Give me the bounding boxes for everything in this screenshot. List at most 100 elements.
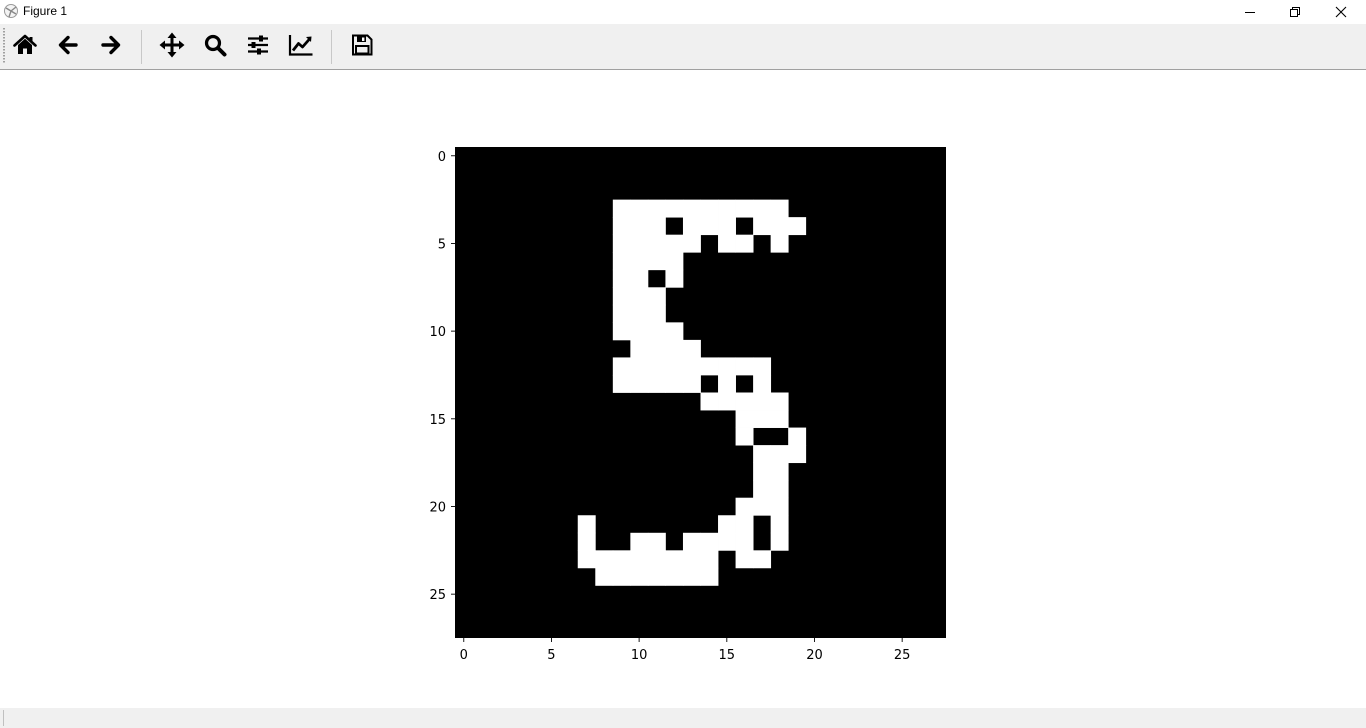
- pixel-cell: [612, 322, 631, 341]
- pixel-cell: [788, 217, 807, 236]
- save-button[interactable]: [346, 31, 378, 63]
- pixel-cell: [700, 532, 719, 551]
- pixel-cell: [682, 217, 701, 236]
- pixel-cell: [665, 339, 684, 358]
- pixel-cell: [612, 287, 631, 306]
- maximize-button[interactable]: [1272, 0, 1318, 24]
- pixel-cell: [770, 410, 789, 428]
- x-axis: 0 5 10 15 20 25: [460, 638, 910, 663]
- pixel-cell: [770, 234, 789, 253]
- pixel-cell: [700, 357, 719, 376]
- pixel-cell: [630, 304, 649, 323]
- pixel-cell: [753, 392, 772, 411]
- pixel-cell: [612, 374, 631, 393]
- pixel-cell: [665, 357, 684, 376]
- home-button[interactable]: [9, 31, 41, 63]
- status-grip: [3, 710, 4, 726]
- back-button[interactable]: [52, 31, 84, 63]
- pixel-cell: [630, 234, 649, 253]
- pixel-cell: [735, 532, 754, 551]
- pixel-cell: [735, 497, 754, 516]
- pixel-cell: [700, 199, 719, 218]
- pixel-cell: [735, 410, 754, 428]
- pixel-cell: [647, 199, 666, 218]
- close-button[interactable]: [1318, 0, 1364, 24]
- minimize-icon: [1244, 3, 1256, 22]
- search-icon: [203, 33, 227, 61]
- pixel-cell: [630, 339, 649, 358]
- pixel-cell: [770, 445, 789, 464]
- pixel-cell: [770, 217, 789, 236]
- pixel-cell: [647, 252, 666, 271]
- pixel-cell: [753, 410, 772, 428]
- pixel-cell: [647, 532, 666, 551]
- toolbar-separator: [141, 30, 142, 64]
- pixel-cell: [647, 357, 666, 376]
- pixel-cell: [770, 515, 789, 534]
- pixel-cell: [612, 357, 631, 376]
- pixel-cell: [682, 550, 701, 569]
- pixel-cell: [630, 217, 649, 236]
- y-tick-label: 0: [438, 150, 446, 165]
- pixel-cell: [735, 515, 754, 534]
- pixel-cell: [612, 234, 631, 253]
- pixel-cell: [595, 550, 614, 569]
- pixel-cell: [612, 217, 631, 236]
- pixel-cell: [647, 234, 666, 253]
- pixel-cell: [647, 374, 666, 393]
- pixel-cell: [682, 567, 701, 586]
- navigation-toolbar: [0, 24, 1366, 70]
- pixel-cell: [700, 392, 719, 411]
- pixel-cell: [682, 374, 701, 393]
- zoom-button[interactable]: [199, 31, 231, 63]
- pixel-cell: [682, 339, 701, 358]
- pixel-cell: [665, 567, 684, 586]
- pixel-cell: [718, 234, 736, 253]
- pixel-cell: [612, 550, 631, 569]
- toolbar-grip[interactable]: [3, 28, 5, 64]
- pixel-cell: [718, 392, 736, 411]
- pixel-cell: [735, 357, 754, 376]
- restore-icon: [1289, 3, 1301, 22]
- save-icon: [350, 33, 374, 61]
- pixel-cell: [647, 287, 666, 306]
- window-title: Figure 1: [23, 4, 68, 18]
- minimize-button[interactable]: [1227, 0, 1273, 24]
- status-bar: [0, 708, 1366, 728]
- y-tick-label: 15: [429, 413, 446, 428]
- pixel-cell: [770, 462, 789, 481]
- pixel-cell: [700, 567, 719, 586]
- sliders-icon: [246, 33, 270, 61]
- pixel-cell: [665, 322, 684, 341]
- pixel-cell: [630, 357, 649, 376]
- pixel-cell: [753, 199, 772, 218]
- pixel-cell: [630, 199, 649, 218]
- subplots-button[interactable]: [242, 31, 274, 63]
- pixel-cell: [612, 269, 631, 288]
- image-plot[interactable]: 0 5 10 15 20 25 0 5 10 15 20 25: [0, 70, 1366, 708]
- pixel-cell: [753, 462, 772, 481]
- pixel-cell: [735, 199, 754, 218]
- pixel-cell: [735, 427, 754, 446]
- arrow-right-icon: [99, 33, 123, 61]
- x-tick-label: 10: [631, 648, 648, 663]
- pixel-cell: [700, 217, 719, 236]
- pixel-cell: [718, 374, 736, 393]
- forward-button[interactable]: [95, 31, 127, 63]
- pixel-cell: [682, 199, 701, 218]
- pixel-cell: [577, 515, 596, 534]
- pixel-cell: [735, 392, 754, 411]
- pixel-cell: [770, 480, 789, 499]
- pixel-cell: [718, 199, 736, 218]
- pixel-cell: [682, 357, 701, 376]
- pan-button[interactable]: [156, 31, 188, 63]
- x-tick-label: 0: [460, 648, 468, 663]
- pixel-cell: [665, 550, 684, 569]
- customize-button[interactable]: [285, 31, 317, 63]
- close-icon: [1335, 3, 1347, 22]
- pixel-cell: [665, 374, 684, 393]
- pixel-cell: [647, 304, 666, 323]
- move-icon: [159, 32, 185, 62]
- pixel-cell: [753, 445, 772, 464]
- arrow-left-icon: [56, 33, 80, 61]
